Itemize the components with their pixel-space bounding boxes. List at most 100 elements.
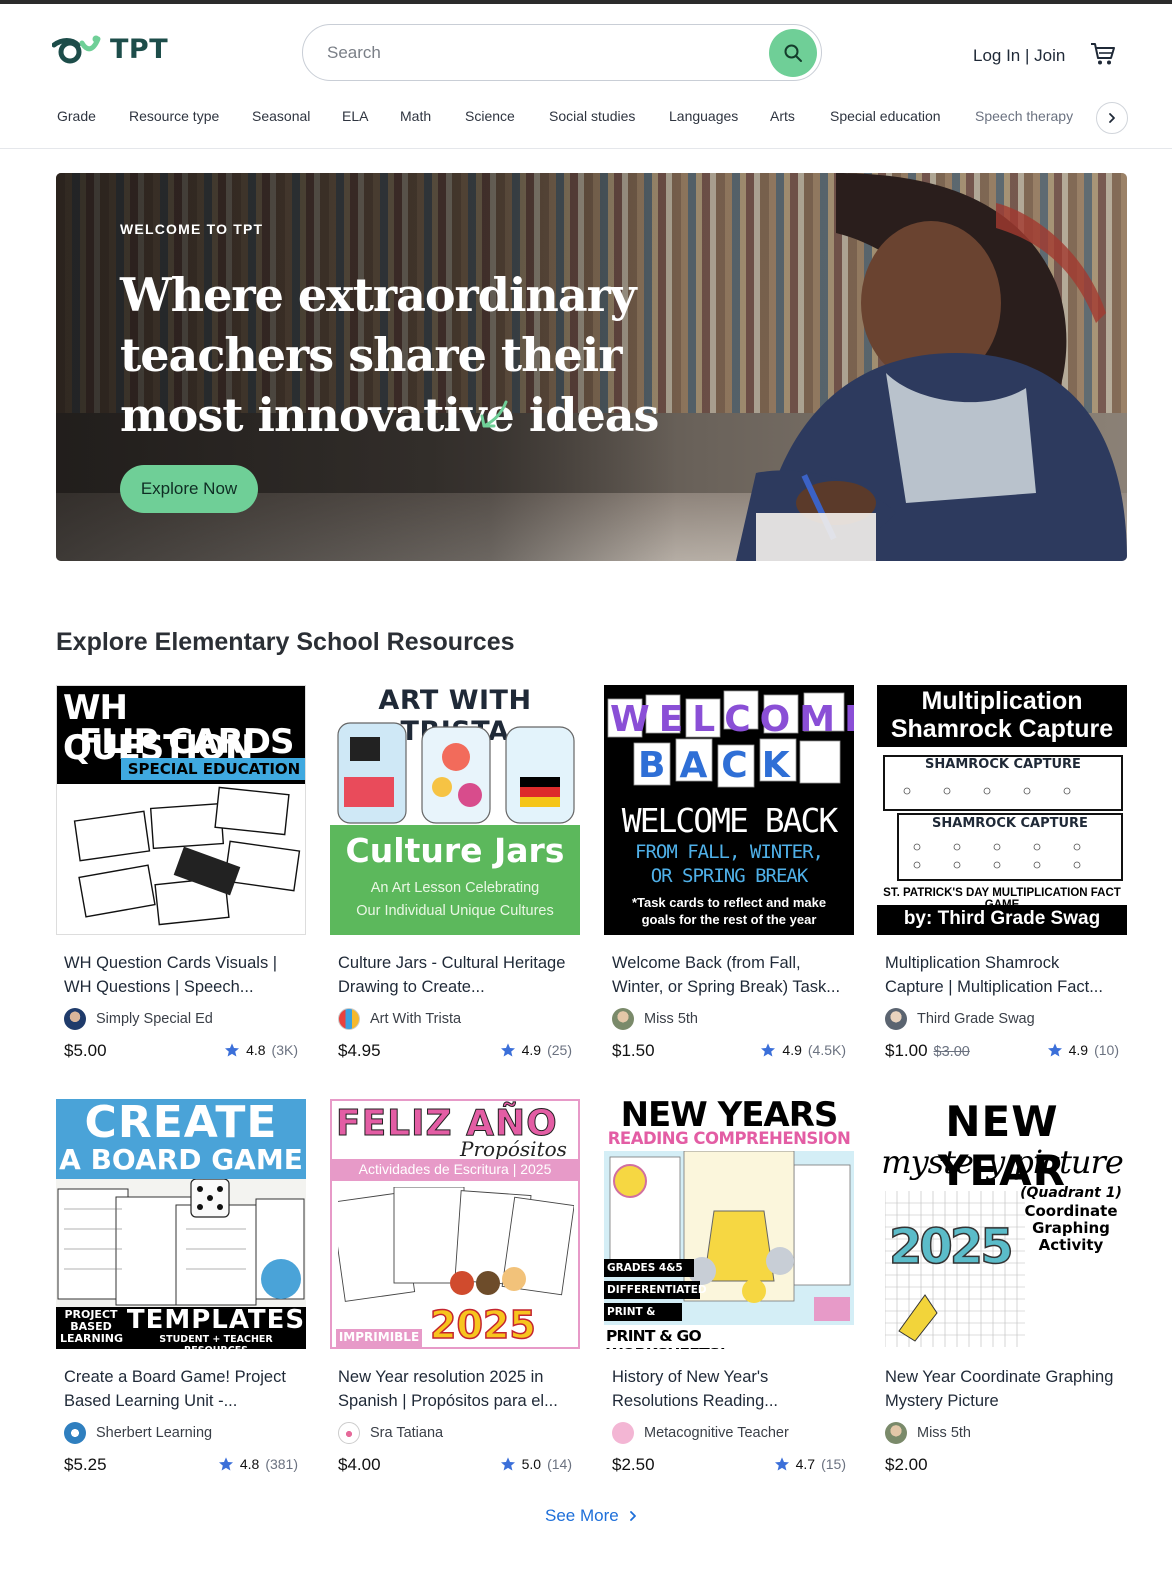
category-ela[interactable]: ELA — [342, 108, 368, 124]
seller-avatar — [338, 1008, 360, 1030]
rating: 4.9 (4.5K) — [760, 1042, 846, 1058]
product-card[interactable]: NEW YEAR mystery picture 2025 (Quadrant … — [877, 1099, 1127, 1494]
seller-avatar — [338, 1422, 360, 1444]
tpt-logo[interactable]: TPT — [52, 34, 168, 65]
price: $4.95 — [338, 1041, 381, 1060]
star-icon — [500, 1457, 515, 1471]
tpt-logo-icon — [52, 35, 101, 63]
price: $2.50 — [612, 1455, 655, 1474]
seller-avatar — [612, 1422, 634, 1444]
seller-avatar — [885, 1008, 907, 1030]
seller-name: Sherbert Learning — [96, 1425, 213, 1441]
product-title[interactable]: New Year Coordinate Graphing Mystery Pic… — [885, 1365, 1121, 1413]
seller-avatar — [612, 1008, 634, 1030]
price: $5.00 — [64, 1041, 107, 1060]
product-card[interactable]: ART WITH TRISTA Culture Jars An Art Less… — [330, 685, 580, 1080]
category-languages[interactable]: Languages — [669, 108, 738, 124]
category-seasonal[interactable]: Seasonal — [252, 108, 310, 124]
category-arts[interactable]: Arts — [770, 108, 795, 124]
category-resource-type[interactable]: Resource type — [129, 108, 219, 124]
seller-name: Metacognitive Teacher — [644, 1425, 789, 1441]
product-card[interactable]: FELIZ AÑO Propósitos Actividades de Escr… — [330, 1099, 580, 1494]
price: $2.00 — [885, 1455, 928, 1474]
seller-name: Simply Special Ed — [96, 1011, 213, 1027]
curved-arrow-icon — [480, 400, 508, 428]
seller-name: Third Grade Swag — [917, 1011, 1035, 1027]
product-thumbnail[interactable]: FELIZ AÑO Propósitos Actividades de Escr… — [330, 1099, 580, 1349]
chevron-right-icon — [1109, 113, 1115, 123]
seller-name: Miss 5th — [644, 1011, 698, 1027]
product-thumbnail[interactable]: CREATE A BOARD GAME PROJECT BASED LEARNI… — [56, 1099, 306, 1349]
product-card[interactable]: NEW YEARS READING COMPREHENSION GRADES 4… — [604, 1099, 854, 1494]
star-icon — [500, 1043, 515, 1057]
rating: 4.9 (10) — [1047, 1042, 1119, 1058]
original-price: $3.00 — [933, 1044, 970, 1060]
cart-button[interactable] — [1090, 42, 1116, 71]
seller[interactable]: Simply Special Ed — [64, 1008, 213, 1030]
rating: 4.9 (25) — [500, 1042, 572, 1058]
star-icon — [225, 1043, 240, 1057]
product-title[interactable]: WH Question Cards Visuals | WH Questions… — [64, 951, 300, 999]
seller[interactable]: Third Grade Swag — [885, 1008, 1035, 1030]
seller-name: Miss 5th — [917, 1425, 971, 1441]
category-math[interactable]: Math — [400, 108, 431, 124]
seller-name: Sra Tatiana — [370, 1425, 444, 1441]
category-science[interactable]: Science — [465, 108, 515, 124]
price: $5.25 — [64, 1455, 107, 1474]
star-icon — [218, 1457, 233, 1471]
product-card[interactable]: CREATE A BOARD GAME PROJECT BASED LEARNI… — [56, 1099, 306, 1494]
product-title[interactable]: Create a Board Game! Project Based Learn… — [64, 1365, 300, 1413]
category-nav: Grade Resource type Seasonal ELA Math Sc… — [0, 102, 1172, 138]
seller[interactable]: Metacognitive Teacher — [612, 1422, 789, 1444]
seller[interactable]: Art With Trista — [338, 1008, 461, 1030]
rating: 4.8 (381) — [218, 1456, 298, 1472]
seller-avatar — [64, 1008, 86, 1030]
product-title[interactable]: Welcome Back (from Fall, Winter, or Spri… — [612, 951, 848, 999]
star-icon — [1047, 1043, 1062, 1057]
category-grade[interactable]: Grade — [57, 108, 96, 124]
see-more-link[interactable]: See More — [545, 1506, 637, 1526]
explore-now-button[interactable]: Explore Now — [120, 465, 258, 513]
hero-title: Where extraordinary teachers share their… — [120, 268, 659, 442]
price: $1.50 — [612, 1041, 655, 1060]
rating: 4.8 (3K) — [224, 1042, 298, 1058]
category-social-studies[interactable]: Social studies — [549, 108, 635, 124]
seller-name: Art With Trista — [370, 1011, 462, 1027]
price: $4.00 — [338, 1455, 381, 1474]
product-thumbnail[interactable]: WH QUESTION FLIP CARDS SPECIAL EDUCATION — [56, 685, 306, 935]
star-icon — [774, 1457, 789, 1471]
hero-banner: WELCOME TO TPT Where extraordinary teach… — [56, 173, 1127, 561]
category-special-education[interactable]: Special education — [830, 108, 941, 124]
seller-avatar — [885, 1422, 907, 1444]
section-title: Explore Elementary School Resources — [56, 628, 515, 656]
product-thumbnail[interactable]: Multiplication Shamrock Capture SHAMROCK… — [877, 685, 1127, 935]
hero-kicker: WELCOME TO TPT — [120, 221, 264, 237]
rating: 5.0 (14) — [500, 1456, 572, 1472]
product-card[interactable]: Multiplication Shamrock Capture SHAMROCK… — [877, 685, 1127, 1080]
product-title[interactable]: History of New Year's Resolutions Readin… — [612, 1365, 848, 1413]
product-thumbnail[interactable]: NEW YEARS READING COMPREHENSION GRADES 4… — [604, 1099, 854, 1349]
product-title[interactable]: New Year resolution 2025 in Spanish | Pr… — [338, 1365, 574, 1413]
category-next-button[interactable] — [1096, 102, 1128, 134]
star-icon — [761, 1043, 776, 1057]
seller[interactable]: Miss 5th — [885, 1422, 971, 1444]
product-title[interactable]: Culture Jars - Cultural Heritage Drawing… — [338, 951, 574, 999]
search-bar — [302, 24, 822, 81]
seller-avatar — [64, 1422, 86, 1444]
seller[interactable]: Sra Tatiana — [338, 1422, 443, 1444]
product-thumbnail[interactable]: WELCOME BACK WELCOME BACK FROM FALL, WIN… — [604, 685, 854, 935]
product-thumbnail[interactable]: ART WITH TRISTA Culture Jars An Art Less… — [330, 685, 580, 935]
chevron-right-icon — [629, 1511, 636, 1521]
product-card[interactable]: WELCOME BACK WELCOME BACK FROM FALL, WIN… — [604, 685, 854, 1080]
product-card[interactable]: WH QUESTION FLIP CARDS SPECIAL EDUCATION… — [56, 685, 306, 1080]
login-join-link[interactable]: Log In | Join — [973, 46, 1065, 66]
search-input[interactable] — [327, 35, 757, 71]
product-title[interactable]: Multiplication Shamrock Capture | Multip… — [885, 951, 1121, 999]
price: $1.00 $3.00 — [885, 1041, 970, 1060]
cart-icon — [1091, 43, 1115, 65]
seller[interactable]: Miss 5th — [612, 1008, 698, 1030]
category-speech-therapy[interactable]: Speech therapy — [975, 108, 1073, 124]
product-thumbnail[interactable]: NEW YEAR mystery picture 2025 (Quadrant … — [877, 1099, 1127, 1349]
search-button[interactable] — [769, 29, 817, 77]
seller[interactable]: Sherbert Learning — [64, 1422, 212, 1444]
